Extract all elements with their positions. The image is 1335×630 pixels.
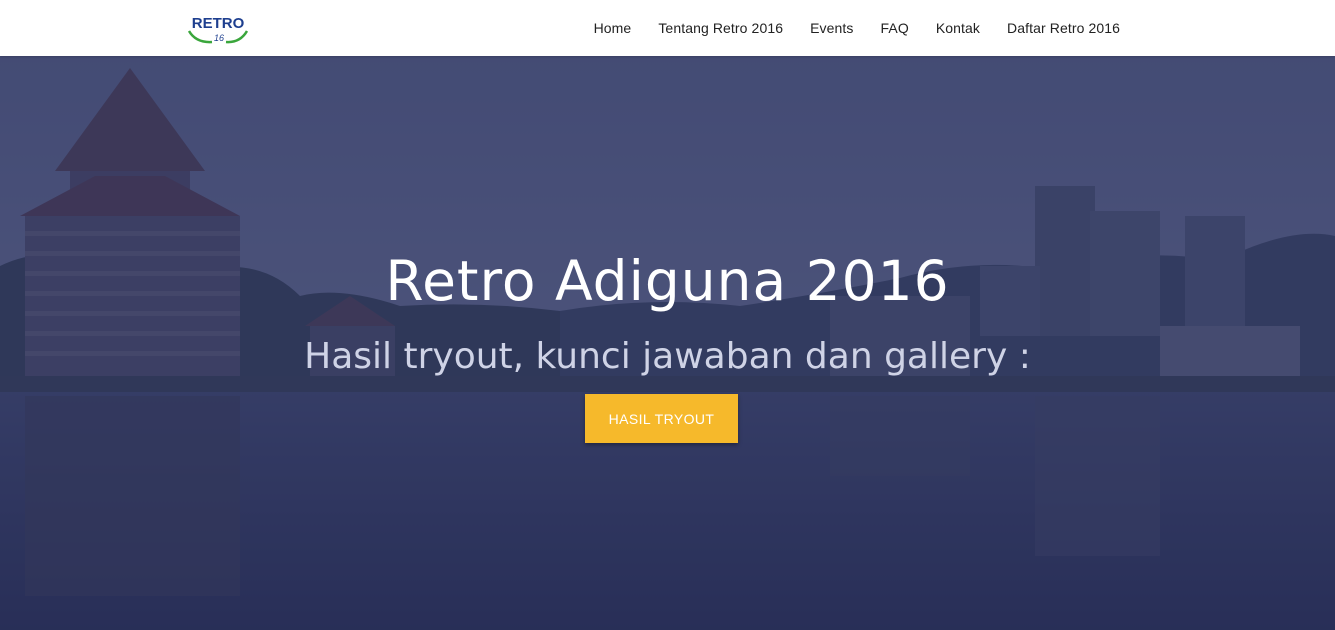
top-navbar: RETRO 16 Home Tentang Retro 2016 Events … [0, 0, 1335, 56]
nav-faq[interactable]: FAQ [881, 20, 909, 36]
hasil-tryout-button[interactable]: HASIL TRYOUT [585, 394, 738, 443]
main-nav: Home Tentang Retro 2016 Events FAQ Konta… [567, 0, 1120, 56]
svg-text:RETRO: RETRO [192, 15, 245, 32]
svg-text:16: 16 [214, 33, 224, 43]
nav-kontak[interactable]: Kontak [936, 20, 980, 36]
nav-events[interactable]: Events [810, 20, 853, 36]
nav-tentang[interactable]: Tentang Retro 2016 [658, 20, 783, 36]
nav-home[interactable]: Home [594, 20, 632, 36]
nav-daftar[interactable]: Daftar Retro 2016 [1007, 20, 1120, 36]
retro-logo[interactable]: RETRO 16 [186, 12, 250, 46]
hero-subtitle: Hasil tryout, kunci jawaban dan gallery … [304, 336, 1031, 377]
hero-title: Retro Adiguna 2016 [385, 249, 950, 313]
hero-section: Retro Adiguna 2016 Hasil tryout, kunci j… [0, 56, 1335, 630]
